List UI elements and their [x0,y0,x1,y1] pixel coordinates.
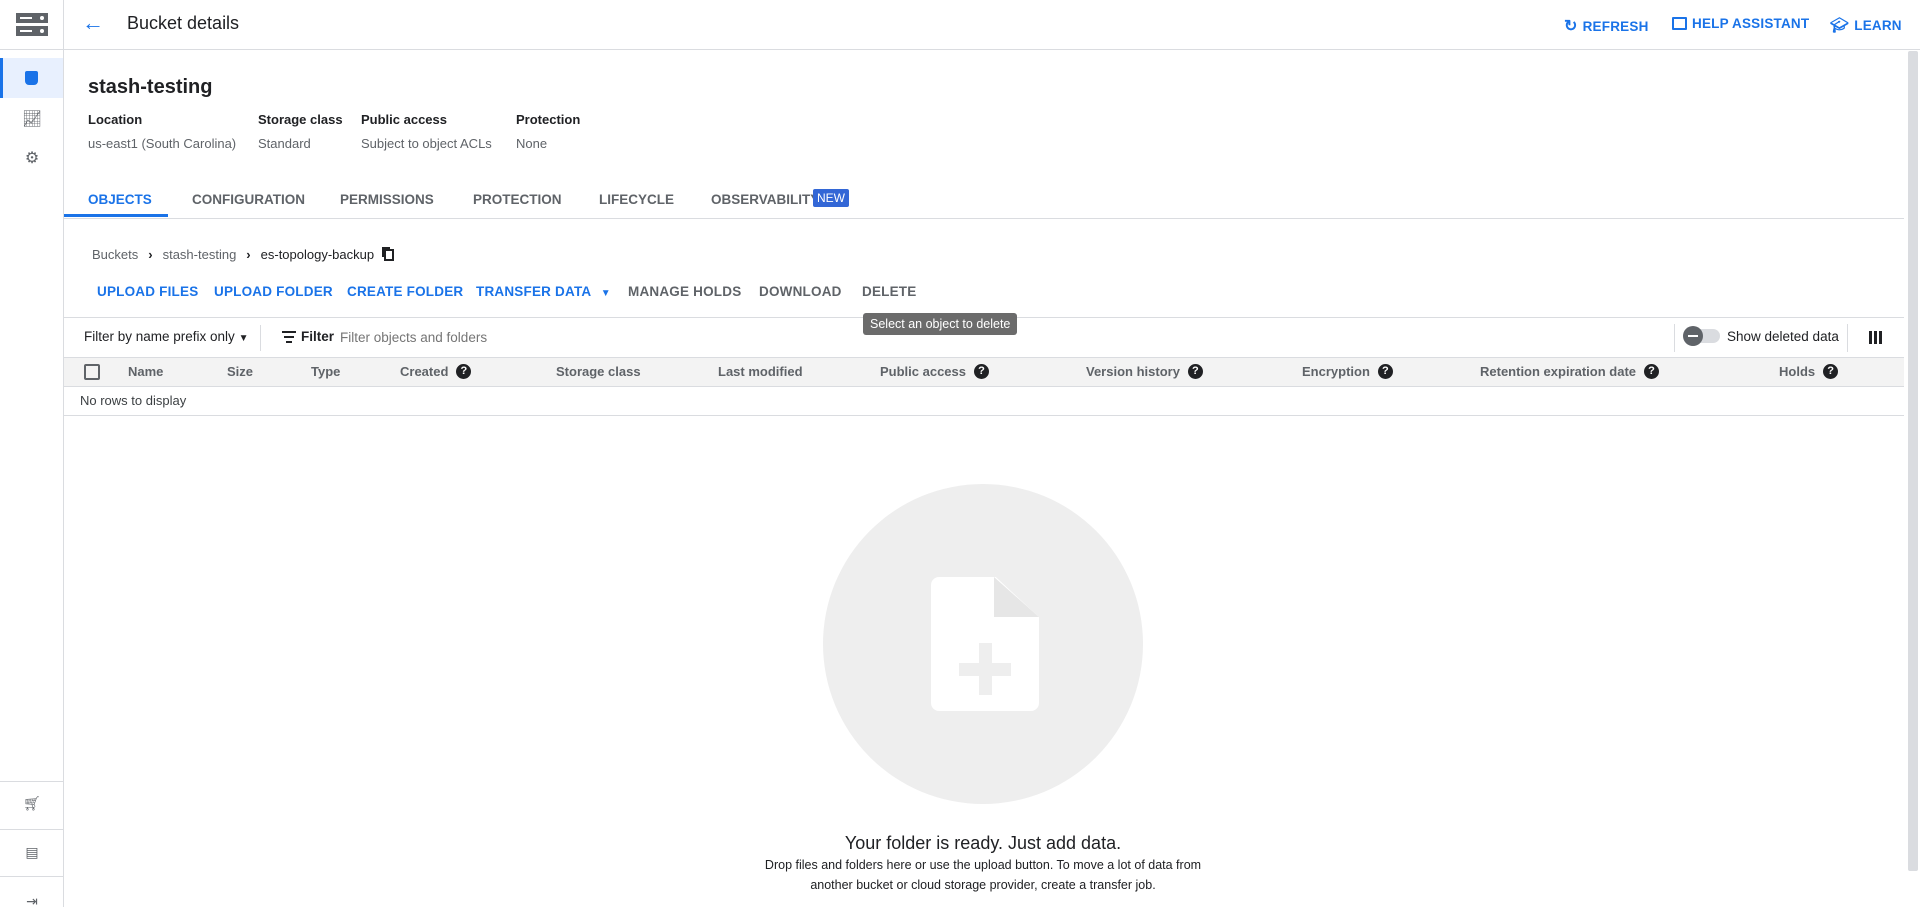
filter-icon [282,331,296,343]
help-icon[interactable]: ? [1823,364,1839,379]
delete-tooltip: Select an object to delete [863,313,1018,335]
help-assistant-label: HELP ASSISTANT [1692,16,1810,31]
column-display-icon[interactable] [1869,331,1882,344]
sidebar-item-buckets[interactable] [0,58,63,98]
col-type[interactable]: Type [311,364,340,379]
chevron-right-icon: › [148,247,153,262]
empty-table-message: No rows to display [80,393,187,408]
col-version-history[interactable]: Version history? [1086,364,1203,379]
upload-folder-button[interactable]: UPLOAD FOLDER [214,284,333,299]
upload-files-button[interactable]: UPLOAD FILES [97,284,198,299]
left-nav: 📈︎ ⚙ 🛒︎ ▤ ⇥ [0,0,64,909]
col-created[interactable]: Created? [400,364,472,379]
filter-label: Filter [301,329,335,344]
empty-state-line2: another bucket or cloud storage provider… [810,878,1156,892]
select-all-checkbox[interactable] [84,364,100,380]
help-assistant-button[interactable]: HELP ASSISTANT [1672,16,1809,31]
col-last-modified[interactable]: Last modified [718,364,803,379]
help-icon[interactable]: ? [1187,364,1203,379]
toggle-knob [1683,326,1703,346]
col-storage-class[interactable]: Storage class [556,364,641,379]
sidebar-item-marketplace[interactable]: 🛒︎ [22,795,42,815]
sidebar-expand[interactable]: ⇥ [22,893,42,913]
col-holds[interactable]: Holds? [1779,364,1839,379]
school-icon: 🎓︎ [1830,17,1850,34]
page-title: Bucket details [127,13,240,33]
refresh-button[interactable]: ↻ REFRESH [1564,16,1649,36]
manage-holds-button[interactable]: MANAGE HOLDS [628,284,741,299]
active-tab-indicator [64,214,168,217]
tab-objects[interactable]: OBJECTS [88,192,152,207]
tab-configuration[interactable]: CONFIGURATION [192,192,305,207]
location-label: Location [88,112,143,127]
new-badge: NEW [813,189,849,207]
help-icon[interactable]: ? [456,364,472,379]
divider [1674,324,1675,352]
show-deleted-label: Show deleted data [1727,329,1839,344]
cart-icon: 🛒︎ [23,795,41,811]
tab-protection[interactable]: PROTECTION [473,192,562,207]
divider [260,325,261,351]
breadcrumb-buckets[interactable]: Buckets [92,247,138,262]
storage-class-label: Storage class [258,112,343,127]
dropdown-arrow-icon: ▼ [600,288,611,299]
sidebar-item-monitoring[interactable]: 📈︎ [22,109,42,129]
help-icon[interactable]: ? [1377,364,1393,379]
col-size[interactable]: Size [227,364,253,379]
protection-label: Protection [516,112,581,127]
col-public-access[interactable]: Public access? [880,364,989,379]
back-arrow-icon[interactable]: ← [82,10,104,36]
transfer-data-button[interactable]: TRANSFER DATA ▼ [476,284,611,299]
create-folder-button[interactable]: CREATE FOLDER [347,284,463,299]
bucket-name: stash-testing [88,76,213,98]
protection-value: None [516,136,548,151]
empty-state-line1: Drop files and folders here or use the u… [764,858,1202,872]
delete-button[interactable]: DELETE [862,284,916,299]
show-deleted-toggle[interactable] [1683,326,1720,346]
learn-label: LEARN [1854,17,1902,33]
copy-icon[interactable] [384,248,395,261]
divider [1847,324,1848,352]
bucket-icon [25,71,38,85]
empty-state-illustration [823,484,1143,804]
public-access-value: Subject to object ACLs [361,136,492,151]
breadcrumb-folder: es-topology-backup [260,247,375,262]
public-access-label: Public access [361,112,447,127]
help-icon[interactable]: ? [1644,364,1660,379]
filter-mode-select[interactable]: Filter by name prefix only ▼ [84,329,248,344]
sidebar-item-settings[interactable]: ⚙ [22,148,42,168]
refresh-icon: ↻ [1564,18,1578,35]
location-value: us-east1 (South Carolina) [88,136,237,151]
learn-button[interactable]: 🎓︎ LEARN [1830,16,1902,34]
gear-icon: ⚙ [24,150,40,167]
tab-permissions[interactable]: PERMISSIONS [340,192,434,207]
help-icon[interactable]: ? [974,364,989,379]
chat-icon [1672,17,1687,30]
storage-logo-icon [16,13,48,37]
col-encryption[interactable]: Encryption? [1302,364,1393,379]
tab-lifecycle[interactable]: LIFECYCLE [599,192,674,207]
dropdown-arrow-icon: ▼ [238,333,249,344]
chart-icon: 📈︎ [22,111,43,128]
breadcrumb: Buckets › stash-testing › es-topology-ba… [92,247,395,262]
col-name[interactable]: Name [128,364,163,379]
chevron-right-icon: › [246,247,251,262]
transfer-data-label: TRANSFER DATA [476,284,591,299]
add-file-icon [931,577,1039,711]
filter-input[interactable] [340,325,840,349]
empty-state-title: Your folder is ready. Just add data. [844,833,1122,853]
col-retention-expiration[interactable]: Retention expiration date? [1480,364,1660,379]
scrollbar[interactable] [1908,51,1918,871]
download-button[interactable]: DOWNLOAD [759,284,842,299]
refresh-label: REFRESH [1582,18,1649,34]
breadcrumb-bucket[interactable]: stash-testing [163,247,237,262]
filter-mode-label: Filter by name prefix only [84,329,235,344]
storage-class-value: Standard [258,136,311,151]
tab-observability[interactable]: OBSERVABILITY [711,192,819,207]
